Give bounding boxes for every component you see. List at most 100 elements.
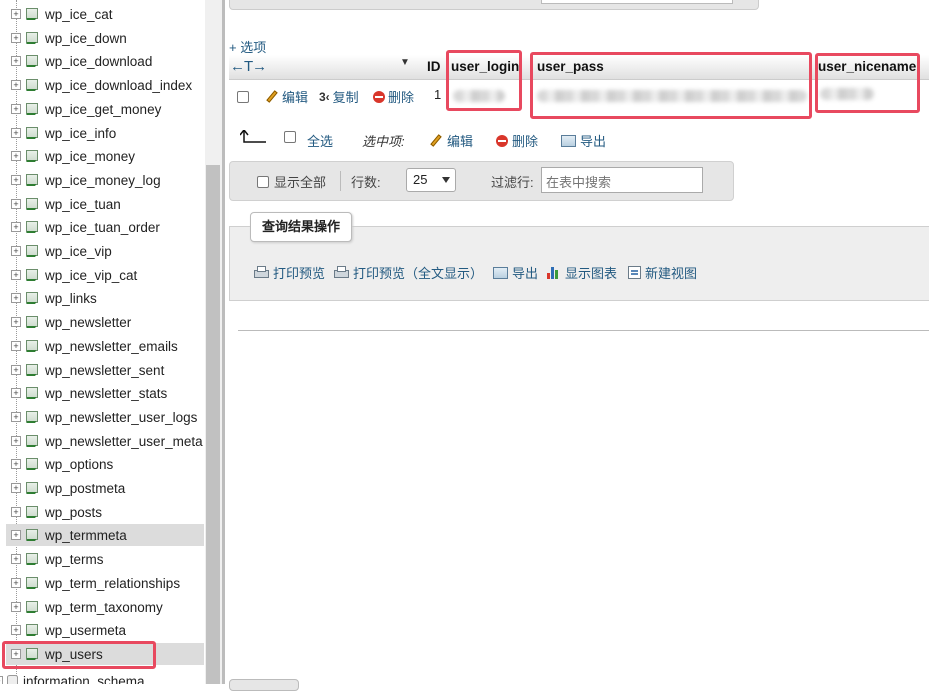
sidebar-table-wp-posts[interactable]: + wp_posts xyxy=(6,501,204,523)
sidebar-table-wp-ice-get-money[interactable]: + wp_ice_get_money xyxy=(6,98,204,120)
check-all-label[interactable]: 全选 xyxy=(307,131,333,150)
show-all-checkbox[interactable] xyxy=(257,175,269,188)
table-icon xyxy=(26,55,40,67)
expand-icon[interactable]: + xyxy=(11,412,21,422)
create-view-button[interactable]: 新建视图 xyxy=(628,263,697,282)
sidebar-table-wp-termmeta[interactable]: + wp_termmeta xyxy=(6,524,204,546)
expand-icon[interactable]: + xyxy=(11,554,21,564)
row-checkbox[interactable] xyxy=(237,91,249,103)
expand-icon[interactable]: + xyxy=(11,80,21,90)
check-all-checkbox[interactable] xyxy=(284,131,296,143)
expand-icon[interactable]: + xyxy=(11,436,21,446)
sidebar-table-label: wp_ice_tuan_order xyxy=(45,219,160,235)
expand-icon[interactable]: + xyxy=(11,246,21,256)
row-copy-button[interactable]: 3‹ 复制 xyxy=(319,87,359,106)
options-link[interactable]: + 选项 xyxy=(229,37,266,56)
expand-icon[interactable]: + xyxy=(11,602,21,612)
expand-icon[interactable]: + xyxy=(11,483,21,493)
table-icon xyxy=(26,577,40,589)
sidebar-table-label: wp_newsletter_emails xyxy=(45,338,178,354)
sidebar-table-wp-term-relationships[interactable]: + wp_term_relationships xyxy=(6,572,204,594)
expand-icon[interactable]: + xyxy=(11,578,21,588)
sidebar-table-wp-ice-tuan-order[interactable]: + wp_ice_tuan_order xyxy=(6,216,204,238)
expand-icon[interactable]: + xyxy=(11,270,21,280)
sidebar-table-wp-newsletter-user-logs[interactable]: + wp_newsletter_user_logs xyxy=(6,406,204,428)
print-view-button[interactable]: 打印预览 xyxy=(254,263,325,282)
table-icon xyxy=(26,221,40,233)
expand-icon[interactable]: + xyxy=(0,676,3,684)
expand-icon[interactable]: + xyxy=(11,459,21,469)
bottom-panel-tab[interactable] xyxy=(229,679,299,691)
expand-icon[interactable]: + xyxy=(11,317,21,327)
bulk-export-label: 导出 xyxy=(580,134,607,149)
row-edit-button[interactable]: 编辑 xyxy=(265,87,308,106)
sidebar-table-wp-newsletter-stats[interactable]: + wp_newsletter_stats xyxy=(6,382,204,404)
sidebar-table-wp-ice-download[interactable]: + wp_ice_download xyxy=(6,50,204,72)
bulk-export-button[interactable]: 导出 xyxy=(561,131,606,150)
expand-icon[interactable]: + xyxy=(11,293,21,303)
print-view-full-button[interactable]: 打印预览（全文显示） xyxy=(334,263,483,282)
table-icon xyxy=(26,553,40,565)
sidebar-table-wp-ice-vip[interactable]: + wp_ice_vip xyxy=(6,240,204,262)
bulk-delete-button[interactable]: 删除 xyxy=(496,131,538,150)
column-header-id[interactable]: ID xyxy=(427,59,441,74)
with-selected-label: 选中项: xyxy=(362,134,405,149)
sidebar-table-wp-term-taxonomy[interactable]: + wp_term_taxonomy xyxy=(6,596,204,618)
table-icon xyxy=(26,198,40,210)
table-icon xyxy=(26,245,40,257)
expand-icon[interactable]: + xyxy=(11,151,21,161)
sidebar-table-wp-ice-info[interactable]: + wp_ice_info xyxy=(6,122,204,144)
table-icon xyxy=(26,506,40,518)
sidebar-table-wp-newsletter[interactable]: + wp_newsletter xyxy=(6,311,204,333)
sidebar-table-label: wp_ice_info xyxy=(45,125,117,141)
expand-icon[interactable]: + xyxy=(11,199,21,209)
sidebar-table-label: wp_usermeta xyxy=(45,622,127,638)
expand-icon[interactable]: + xyxy=(11,388,21,398)
sidebar-table-wp-ice-cat[interactable]: + wp_ice_cat xyxy=(6,3,204,25)
row-delete-button[interactable]: 删除 xyxy=(373,87,414,106)
rows-per-page-select[interactable]: 25 xyxy=(406,168,456,192)
column-resize-arrows-icon[interactable]: ←T→ xyxy=(230,58,267,75)
expand-icon[interactable]: + xyxy=(11,56,21,66)
sidebar-table-wp-options[interactable]: + wp_options xyxy=(6,453,204,475)
sidebar-table-wp-newsletter-user-meta[interactable]: + wp_newsletter_user_meta xyxy=(6,430,204,452)
sort-dropdown-icon[interactable]: ▼ xyxy=(400,57,410,68)
export-button[interactable]: 导出 xyxy=(493,263,538,282)
sidebar-table-wp-postmeta[interactable]: + wp_postmeta xyxy=(6,477,204,499)
expand-icon[interactable]: + xyxy=(11,9,21,19)
table-icon xyxy=(26,435,40,447)
sidebar-database-information-schema[interactable]: + information_schema xyxy=(0,670,186,684)
sidebar-table-wp-ice-tuan[interactable]: + wp_ice_tuan xyxy=(6,193,204,215)
sidebar-table-wp-ice-money[interactable]: + wp_ice_money xyxy=(6,145,204,167)
sidebar-database-label: information_schema xyxy=(23,673,145,685)
sidebar-table-label: wp_postmeta xyxy=(45,480,126,496)
sidebar-scrollbar-thumb[interactable] xyxy=(206,165,220,684)
bulk-edit-button[interactable]: 编辑 xyxy=(429,131,473,150)
filter-rows-input[interactable] xyxy=(541,167,703,193)
expand-icon[interactable]: + xyxy=(11,365,21,375)
expand-icon[interactable]: + xyxy=(11,128,21,138)
expand-icon[interactable]: + xyxy=(11,104,21,114)
expand-icon[interactable]: + xyxy=(11,507,21,517)
sidebar-table-wp-newsletter-sent[interactable]: + wp_newsletter_sent xyxy=(6,359,204,381)
expand-icon[interactable]: + xyxy=(11,341,21,351)
sidebar-table-wp-ice-money-log[interactable]: + wp_ice_money_log xyxy=(6,169,204,191)
display-chart-button[interactable]: 显示图表 xyxy=(547,263,617,282)
sidebar-table-label: wp_ice_get_money xyxy=(45,101,162,117)
expand-icon[interactable]: + xyxy=(11,175,21,185)
expand-icon[interactable]: + xyxy=(11,530,21,540)
sidebar-table-label: wp_termmeta xyxy=(45,527,127,543)
expand-icon[interactable]: + xyxy=(11,625,21,635)
export-label: 导出 xyxy=(512,266,539,281)
sidebar-table-wp-terms[interactable]: + wp_terms xyxy=(6,548,204,570)
expand-icon[interactable]: + xyxy=(11,222,21,232)
sidebar-table-wp-ice-vip-cat[interactable]: + wp_ice_vip_cat xyxy=(6,264,204,286)
show-all-toggle[interactable]: 显示全部 xyxy=(257,172,326,191)
expand-icon[interactable]: + xyxy=(11,33,21,43)
sidebar-table-wp-links[interactable]: + wp_links xyxy=(6,287,204,309)
sidebar-table-wp-ice-download-index[interactable]: + wp_ice_download_index xyxy=(6,74,204,96)
sidebar-table-wp-newsletter-emails[interactable]: + wp_newsletter_emails xyxy=(6,335,204,357)
sidebar-table-label: wp_ice_money_log xyxy=(45,172,161,188)
sidebar-table-wp-ice-down[interactable]: + wp_ice_down xyxy=(6,27,204,49)
sidebar-table-wp-usermeta[interactable]: + wp_usermeta xyxy=(6,619,204,641)
